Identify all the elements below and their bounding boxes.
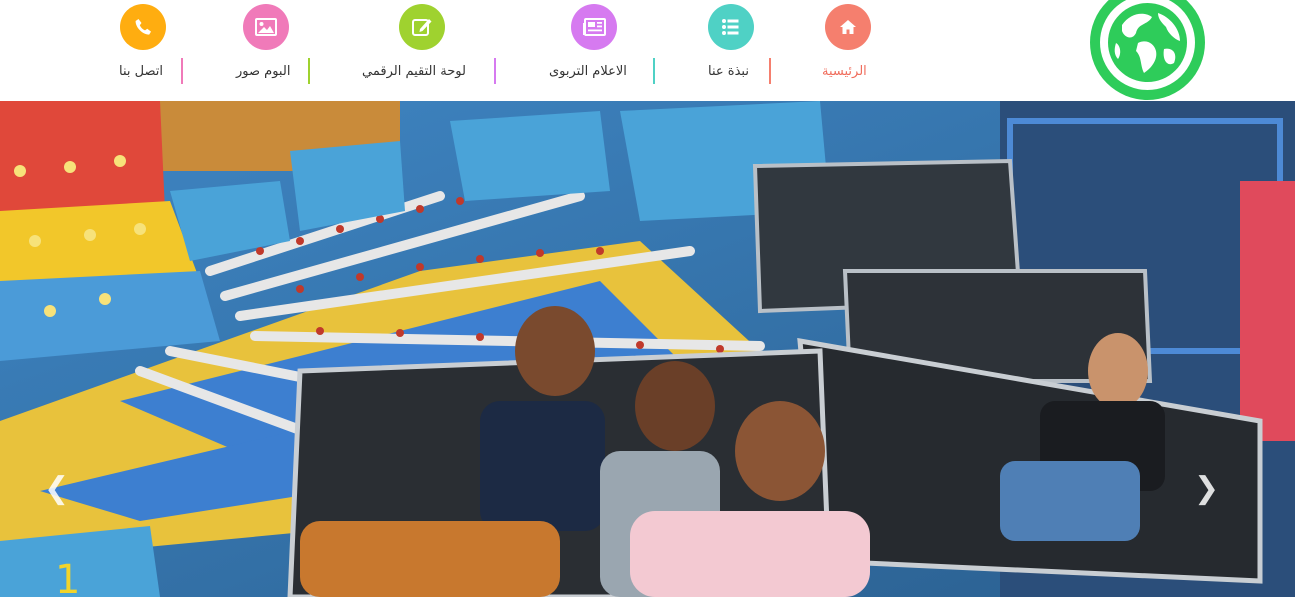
nav-divider [769, 58, 771, 84]
svg-text:1: 1 [55, 557, 80, 597]
children-on-amusement-ride-photo: 1 [0, 101, 1295, 597]
nav-divider [308, 58, 310, 84]
nav-label-media[interactable]: الاعلام التربوى [549, 64, 627, 79]
list-icon[interactable] [708, 4, 754, 50]
nav-divider [653, 58, 655, 84]
edit-icon[interactable] [399, 4, 445, 50]
nav-label-about[interactable]: نبذة عنا [708, 64, 749, 79]
chevron-left-icon[interactable]: ❮ [44, 471, 69, 506]
globe-logo[interactable] [1090, 0, 1205, 100]
chevron-right-icon[interactable]: ❯ [1194, 471, 1219, 506]
site-header: الرئيسية نبذة عنا الاعلام التربوى لوحة ا… [0, 0, 1295, 101]
newspaper-icon[interactable] [571, 4, 617, 50]
nav-label-album[interactable]: البوم صور [236, 64, 290, 79]
nav-label-evaluation[interactable]: لوحة التقيم الرقمي [362, 64, 466, 79]
nav-divider [494, 58, 496, 84]
nav-label-home[interactable]: الرئيسية [822, 64, 867, 79]
home-icon[interactable] [825, 4, 871, 50]
nav-label-contact[interactable]: اتصل بنا [119, 64, 163, 79]
hero-slider[interactable]: 1 ❮ ❯ [0, 101, 1295, 597]
nav-divider [181, 58, 183, 84]
phone-icon[interactable] [120, 4, 166, 50]
image-icon[interactable] [243, 4, 289, 50]
